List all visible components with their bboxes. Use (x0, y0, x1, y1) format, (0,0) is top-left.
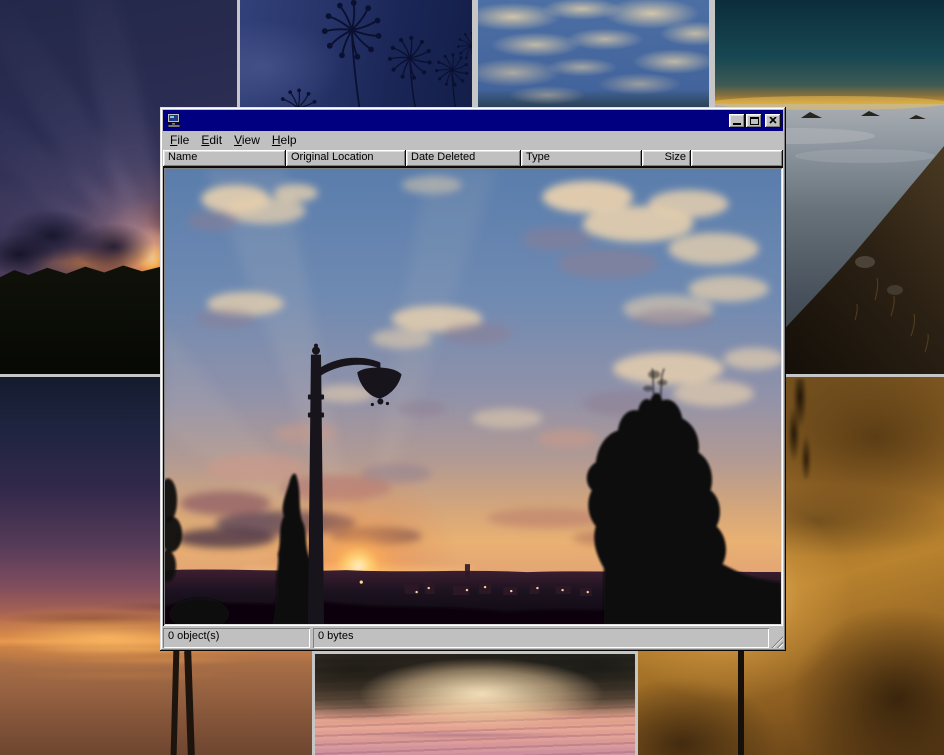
sunset-lamp-photo-graphic (165, 169, 781, 624)
menu-file[interactable]: File (164, 132, 195, 149)
column-header-size[interactable]: Size (642, 150, 691, 167)
wallpaper-photo-blue-sky-clouds (475, 0, 712, 112)
column-header-date-deleted[interactable]: Date Deleted (406, 150, 521, 167)
status-byte-count: 0 bytes (313, 628, 769, 648)
wallpaper-photo-flower-umbels (237, 0, 475, 112)
menu-edit[interactable]: Edit (195, 132, 228, 149)
status-object-count: 0 object(s) (163, 628, 310, 648)
resize-grip-icon[interactable] (770, 635, 783, 648)
list-view-area[interactable] (163, 167, 783, 626)
close-button[interactable] (765, 114, 781, 128)
window-titlebar[interactable] (163, 110, 783, 131)
column-header-original-location[interactable]: Original Location (286, 150, 406, 167)
wooden-pole (171, 649, 180, 755)
column-header-name[interactable]: Name (163, 150, 286, 167)
lamp-pole-silhouette (738, 647, 744, 755)
maximize-icon (750, 117, 759, 125)
menu-help[interactable]: Help (266, 132, 303, 149)
wallpaper-photo-water-ripples (312, 651, 638, 755)
status-bar: 0 object(s) 0 bytes (163, 628, 783, 648)
minimize-button[interactable] (729, 114, 745, 128)
column-header-blank[interactable] (691, 150, 783, 167)
wooden-pole (184, 651, 195, 755)
minimize-icon (733, 123, 741, 125)
desktop: File Edit View Help Name Original Locati… (0, 0, 944, 755)
column-header-type[interactable]: Type (521, 150, 642, 167)
list-column-headers: Name Original Location Date Deleted Type… (163, 150, 783, 167)
computer-icon (166, 113, 182, 128)
menu-view[interactable]: View (228, 132, 266, 149)
recycle-bin-window: File Edit View Help Name Original Locati… (160, 107, 786, 651)
tree-silhouette (783, 379, 817, 479)
maximize-button[interactable] (746, 114, 762, 128)
menu-bar: File Edit View Help (163, 131, 783, 150)
umbel-silhouette-graphic (240, 0, 472, 112)
sunset-lamp-photo (165, 169, 781, 624)
close-icon (769, 117, 777, 124)
